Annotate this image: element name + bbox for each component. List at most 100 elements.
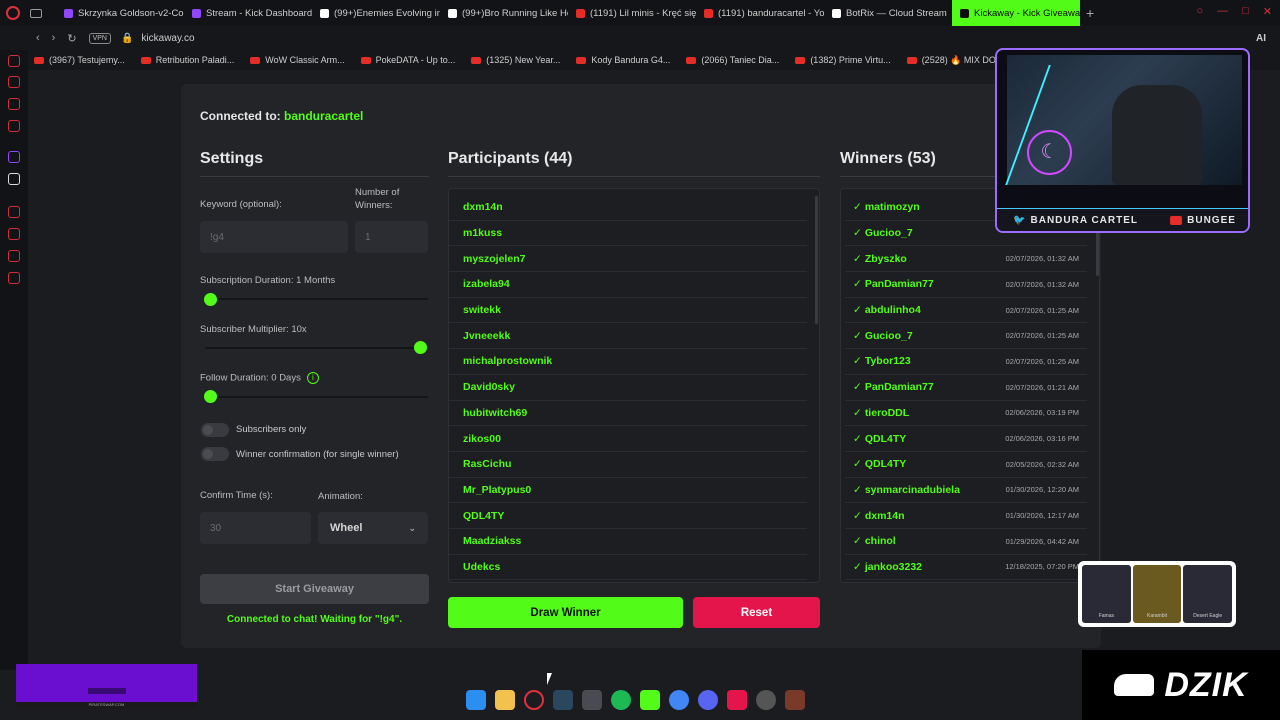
tab-favicon-icon: [192, 8, 201, 18]
maximize-button[interactable]: □: [1242, 5, 1249, 18]
check-icon: ✓: [853, 432, 862, 445]
streamer-image: [1112, 85, 1202, 185]
browser-tab[interactable]: Stream - Kick Dashboard: [184, 0, 312, 26]
lock-icon[interactable]: 🔒: [121, 33, 133, 44]
obs-icon[interactable]: [756, 690, 776, 710]
browser-tab[interactable]: (1191) Lil minis - Kręć się: [568, 0, 696, 26]
animation-select[interactable]: Wheel ⌄: [318, 512, 428, 544]
winner-date: 01/30/2026, 12:17 AM: [1005, 511, 1079, 521]
participants-scrollbar[interactable]: [815, 196, 818, 324]
spotify-icon[interactable]: [611, 690, 631, 710]
confirm-time-input[interactable]: 30: [200, 512, 311, 544]
start-icon[interactable]: [466, 690, 486, 710]
new-tab-button[interactable]: +: [1086, 5, 1094, 21]
winners-list[interactable]: ✓ matimozyn ✓ Gucioo_7 ✓ Zbyszko 02/07/2026, 0…: [840, 188, 1100, 583]
participants-list[interactable]: dxm14n m1kuss myszojelen7 izabela94 switekk J…: [448, 188, 820, 583]
tab-label: Skrzynka Goldson-v2-Cou: [78, 7, 184, 19]
browser-tab[interactable]: (99+)Bro Running Like He: [440, 0, 568, 26]
chrome-icon[interactable]: [669, 690, 689, 710]
bookmark-item[interactable]: Retribution Paladi...: [140, 55, 234, 66]
bookmark-item[interactable]: (3967) Testujemy...: [34, 55, 125, 66]
participants-divider: [448, 176, 820, 177]
browser-tab[interactable]: Kickaway - Kick Giveaway: [952, 0, 1080, 26]
minimize-button[interactable]: —: [1217, 5, 1228, 18]
twitter-handle: BANDURA CARTEL: [1030, 215, 1139, 226]
follow-duration-slider[interactable]: [204, 390, 217, 403]
tab-menu-icon[interactable]: [30, 8, 42, 18]
opera-icon[interactable]: [524, 690, 544, 710]
browser-tab[interactable]: BotRix — Cloud Stream: [824, 0, 952, 26]
back-icon[interactable]: ‹: [36, 32, 40, 44]
sidebar-bag-icon[interactable]: [8, 76, 20, 88]
forward-icon[interactable]: ›: [52, 32, 56, 44]
sidebar-settings-icon[interactable]: [8, 272, 20, 284]
winner-row: ✓ QDL4TY 02/05/2026, 02:32 AM: [845, 452, 1087, 478]
vpn-badge[interactable]: VPN: [88, 32, 111, 44]
bookmark-item[interactable]: PokeDATA - Up to...: [360, 55, 455, 66]
sub-multiplier-track[interactable]: [205, 347, 428, 349]
sidebar-x-icon[interactable]: [8, 173, 20, 185]
sub-duration-track[interactable]: [205, 298, 428, 300]
sidebar-instagram-icon[interactable]: [8, 120, 20, 132]
bookmark-item[interactable]: (1382) Prime Virtu...: [795, 55, 891, 66]
connected-user: banduracartel: [284, 109, 364, 123]
sidebar-history-icon[interactable]: [8, 228, 20, 240]
browser-tab[interactable]: Skrzynka Goldson-v2-Cou: [56, 0, 184, 26]
participant-row: hubitwitch69: [449, 401, 807, 427]
browser-tab[interactable]: (1191) banduracartel - You: [696, 0, 824, 26]
sidebar-back-icon[interactable]: [8, 55, 20, 67]
participant-row: dxm14n: [449, 195, 807, 221]
opera-logo-icon[interactable]: [6, 6, 20, 20]
participant-row: Mr_Platypus0: [449, 478, 807, 504]
sub-duration-label: Subscription Duration: 1 Months: [200, 275, 336, 286]
bookmark-icon: [34, 56, 44, 64]
league-icon[interactable]: [785, 690, 805, 710]
bookmark-item[interactable]: (2066) Taniec Dia...: [686, 55, 779, 66]
kick-icon[interactable]: [640, 690, 660, 710]
participant-row: m1kuss: [449, 221, 807, 247]
bookmark-item[interactable]: (1325) New Year...: [471, 55, 560, 66]
follow-duration-track[interactable]: [205, 396, 428, 398]
browser-tab-bar: Skrzynka Goldson-v2-Cou Stream - Kick Das…: [0, 0, 1280, 26]
sidebar-play-icon[interactable]: [8, 206, 20, 218]
bookmark-label: Kody Bandura G4...: [591, 55, 671, 65]
bookmark-item[interactable]: WoW Classic Arm...: [250, 55, 345, 66]
sidebar-twitch-icon[interactable]: [8, 151, 20, 163]
browser-tab[interactable]: (99+)Enemies Evolving in: [312, 0, 440, 26]
participant-row: QDL4TY: [449, 503, 807, 529]
bookmark-item[interactable]: Kody Bandura G4...: [576, 55, 670, 66]
start-giveaway-button[interactable]: Start Giveaway: [200, 574, 429, 604]
steam-icon[interactable]: [553, 690, 573, 710]
bookmark-icon: [576, 56, 587, 64]
settings-title: Settings: [200, 150, 264, 167]
discord-icon[interactable]: [698, 690, 718, 710]
bookmark-label: (2066) Taniec Dia...: [701, 55, 780, 65]
info-icon[interactable]: i: [306, 372, 319, 384]
winner-date: 02/07/2026, 01:21 AM: [1005, 382, 1079, 392]
bookmark-item[interactable]: (2528) 🔥 MIX DO...: [906, 55, 1003, 66]
keyword-input[interactable]: !g4: [200, 221, 348, 253]
monitor-icon[interactable]: [582, 690, 602, 710]
bookmark-icon: [471, 56, 482, 64]
winner-row: ✓ tieroDDL 02/06/2026, 03:19 PM: [845, 401, 1087, 427]
ai-button[interactable]: AI: [1256, 33, 1266, 44]
reload-icon[interactable]: ↻: [67, 32, 76, 45]
subscribers-only-label: Subscribers only: [236, 424, 307, 435]
search-icon[interactable]: ○: [1196, 5, 1203, 18]
sub-multiplier-slider[interactable]: [414, 341, 427, 354]
lightning-icon[interactable]: [727, 690, 747, 710]
sub-duration-slider[interactable]: [204, 293, 217, 306]
url-field[interactable]: kickaway.co: [141, 33, 194, 44]
reset-button[interactable]: Reset: [693, 597, 820, 628]
subscribers-only-toggle[interactable]: [201, 423, 229, 437]
settings-divider: [200, 176, 429, 177]
file-explorer-icon[interactable]: [495, 690, 515, 710]
close-button[interactable]: ✕: [1263, 5, 1272, 18]
winners-input[interactable]: 1: [355, 221, 428, 253]
sidebar-messenger-icon[interactable]: [8, 98, 20, 110]
sidebar-box-icon[interactable]: [8, 250, 20, 262]
winner-date: 02/07/2026, 01:25 AM: [1005, 305, 1079, 315]
draw-winner-button[interactable]: Draw Winner: [448, 597, 683, 628]
follow-duration-row: Follow Duration: 0 Days i: [200, 372, 319, 384]
winner-confirmation-toggle[interactable]: [201, 447, 229, 461]
